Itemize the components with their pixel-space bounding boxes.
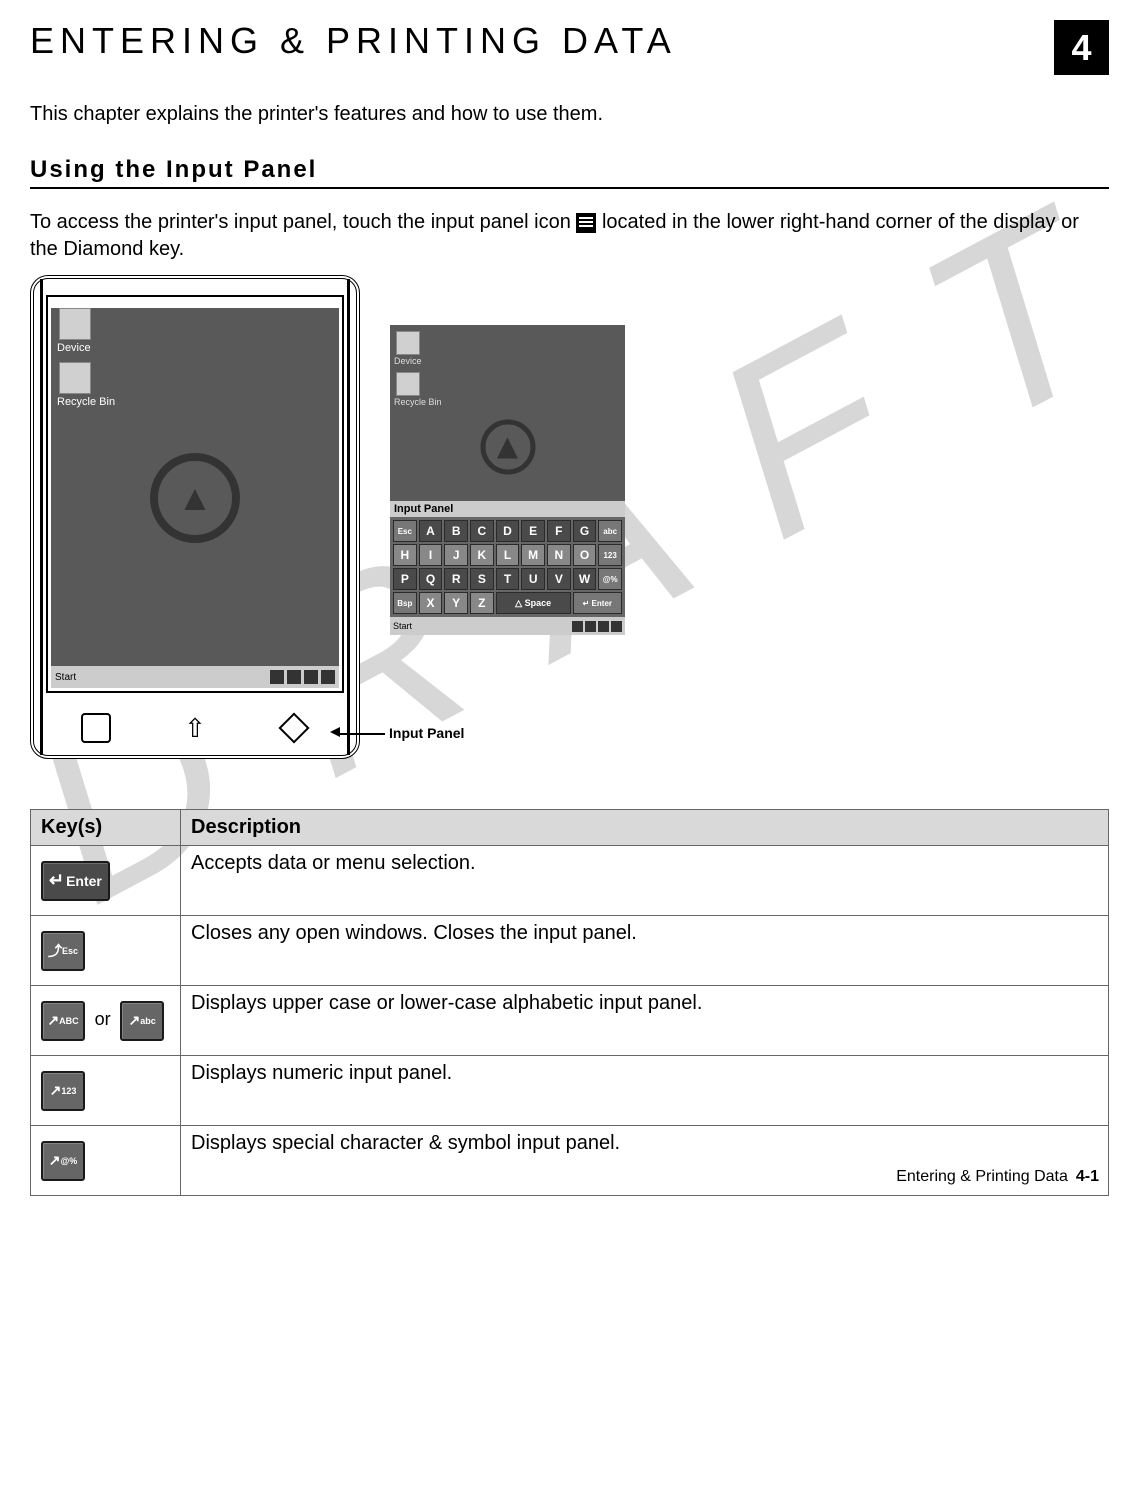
or-text: or bbox=[95, 1009, 111, 1029]
device-icon-label: Device bbox=[57, 342, 339, 354]
key-m: M bbox=[521, 544, 545, 566]
table-row: ↗@% Displays special character & symbol … bbox=[31, 1126, 1109, 1196]
recycle-bin-icon bbox=[59, 362, 91, 394]
numeric-keycap: ↗123 bbox=[41, 1071, 85, 1111]
brand-logo: ▲ bbox=[150, 453, 240, 543]
taskbar: Start bbox=[51, 666, 339, 688]
key-b: B bbox=[444, 520, 468, 542]
recycle-bin-label: Recycle Bin bbox=[57, 396, 339, 408]
device-illustration: Device Recycle Bin ▲ Start ⇧ bbox=[30, 275, 360, 759]
cell-desc: Displays numeric input panel. bbox=[181, 1056, 1109, 1126]
input-panel-callout: Input Panel bbox=[340, 725, 464, 741]
panel-taskbar: Start bbox=[390, 617, 625, 635]
panel-device-icon bbox=[396, 331, 420, 355]
key-l: L bbox=[496, 544, 520, 566]
cell-key-enter: ↵↵ EnterEnter bbox=[31, 846, 181, 916]
table-row: ↵↵ EnterEnter Accepts data or menu selec… bbox=[31, 846, 1109, 916]
key-z: Z bbox=[470, 592, 494, 614]
key-w: W bbox=[573, 568, 597, 590]
th-desc: Description bbox=[181, 810, 1109, 846]
cell-desc: Displays upper case or lower-case alphab… bbox=[181, 986, 1109, 1056]
key-p: P bbox=[393, 568, 417, 590]
key-bsp: Bsp bbox=[393, 592, 417, 614]
cell-key-abc: ↗ABC or ↗abc bbox=[31, 986, 181, 1056]
cell-key-123: ↗123 bbox=[31, 1056, 181, 1126]
key-d: D bbox=[496, 520, 520, 542]
key-space: △ Space bbox=[496, 592, 571, 614]
input-panel-screenshot: Device Recycle Bin ▲ Input Panel Esc A B… bbox=[390, 325, 625, 635]
key-u: U bbox=[521, 568, 545, 590]
key-q: Q bbox=[419, 568, 443, 590]
keyboard-grid: Esc A B C D E F G abc H I J K L M N O bbox=[390, 517, 625, 617]
hw-home-button: ⇧ bbox=[180, 713, 210, 743]
key-j: J bbox=[444, 544, 468, 566]
chapter-number-badge: 4 bbox=[1054, 20, 1109, 75]
abc-lower-keycap: ↗abc bbox=[120, 1001, 164, 1041]
paragraph-text-a: To access the printer's input panel, tou… bbox=[30, 211, 576, 233]
cell-key-sym: ↗@% bbox=[31, 1126, 181, 1196]
key-a: A bbox=[419, 520, 443, 542]
key-esc: Esc bbox=[393, 520, 417, 542]
key-e: E bbox=[521, 520, 545, 542]
key-o: O bbox=[573, 544, 597, 566]
key-enter: ↵ Enter bbox=[573, 592, 622, 614]
table-row: ↗ABC or ↗abc Displays upper case or lowe… bbox=[31, 986, 1109, 1056]
key-abc-toggle: abc bbox=[598, 520, 622, 542]
key-i: I bbox=[419, 544, 443, 566]
key-k: K bbox=[470, 544, 494, 566]
esc-keycap: ⤴Esc bbox=[41, 931, 85, 971]
start-button: Start bbox=[55, 672, 76, 683]
hw-diamond-button bbox=[279, 713, 309, 743]
key-n: N bbox=[547, 544, 571, 566]
key-r: R bbox=[444, 568, 468, 590]
hardware-buttons: ⇧ bbox=[46, 713, 344, 743]
panel-device-label: Device bbox=[394, 356, 625, 366]
panel-start-button: Start bbox=[393, 621, 412, 631]
key-sym-toggle: @% bbox=[598, 568, 622, 590]
table-row: ⤴Esc Closes any open windows. Closes the… bbox=[31, 916, 1109, 986]
key-c: C bbox=[470, 520, 494, 542]
key-v: V bbox=[547, 568, 571, 590]
key-s: S bbox=[470, 568, 494, 590]
key-123-toggle: 123 bbox=[598, 544, 622, 566]
symbol-keycap: ↗@% bbox=[41, 1141, 85, 1181]
system-tray bbox=[270, 670, 335, 684]
key-f: F bbox=[547, 520, 571, 542]
key-g: G bbox=[573, 520, 597, 542]
panel-recycle-icon bbox=[396, 372, 420, 396]
chapter-title: ENTERING & PRINTING DATA bbox=[30, 20, 677, 62]
hw-square-button bbox=[81, 713, 111, 743]
chapter-intro: This chapter explains the printer's feat… bbox=[30, 103, 1109, 126]
key-y: Y bbox=[444, 592, 468, 614]
keys-table: Key(s) Description ↵↵ EnterEnter Accepts… bbox=[30, 809, 1109, 1196]
panel-brand-logo: ▲ bbox=[480, 419, 535, 474]
key-h: H bbox=[393, 544, 417, 566]
cell-desc: Closes any open windows. Closes the inpu… bbox=[181, 916, 1109, 986]
panel-recycle-label: Recycle Bin bbox=[394, 397, 625, 407]
device-icon bbox=[59, 308, 91, 340]
section-paragraph: To access the printer's input panel, tou… bbox=[30, 209, 1109, 263]
key-t: T bbox=[496, 568, 520, 590]
th-keys: Key(s) bbox=[31, 810, 181, 846]
callout-label: Input Panel bbox=[389, 725, 464, 741]
abc-upper-keycap: ↗ABC bbox=[41, 1001, 85, 1041]
enter-keycap: ↵↵ EnterEnter bbox=[41, 861, 110, 901]
cell-desc: Displays special character & symbol inpu… bbox=[181, 1126, 1109, 1196]
input-panel-icon bbox=[576, 213, 596, 233]
section-title: Using the Input Panel bbox=[30, 156, 1109, 189]
panel-tray bbox=[572, 621, 622, 632]
cell-desc: Accepts data or menu selection. bbox=[181, 846, 1109, 916]
callout-arrow-icon bbox=[330, 727, 340, 737]
chapter-header: ENTERING & PRINTING DATA 4 bbox=[30, 20, 1109, 75]
cell-key-esc: ⤴Esc bbox=[31, 916, 181, 986]
table-row: ↗123 Displays numeric input panel. bbox=[31, 1056, 1109, 1126]
figures-row: Device Recycle Bin ▲ Start ⇧ bbox=[30, 275, 1109, 759]
input-panel-title: Input Panel bbox=[390, 501, 625, 517]
key-x: X bbox=[419, 592, 443, 614]
